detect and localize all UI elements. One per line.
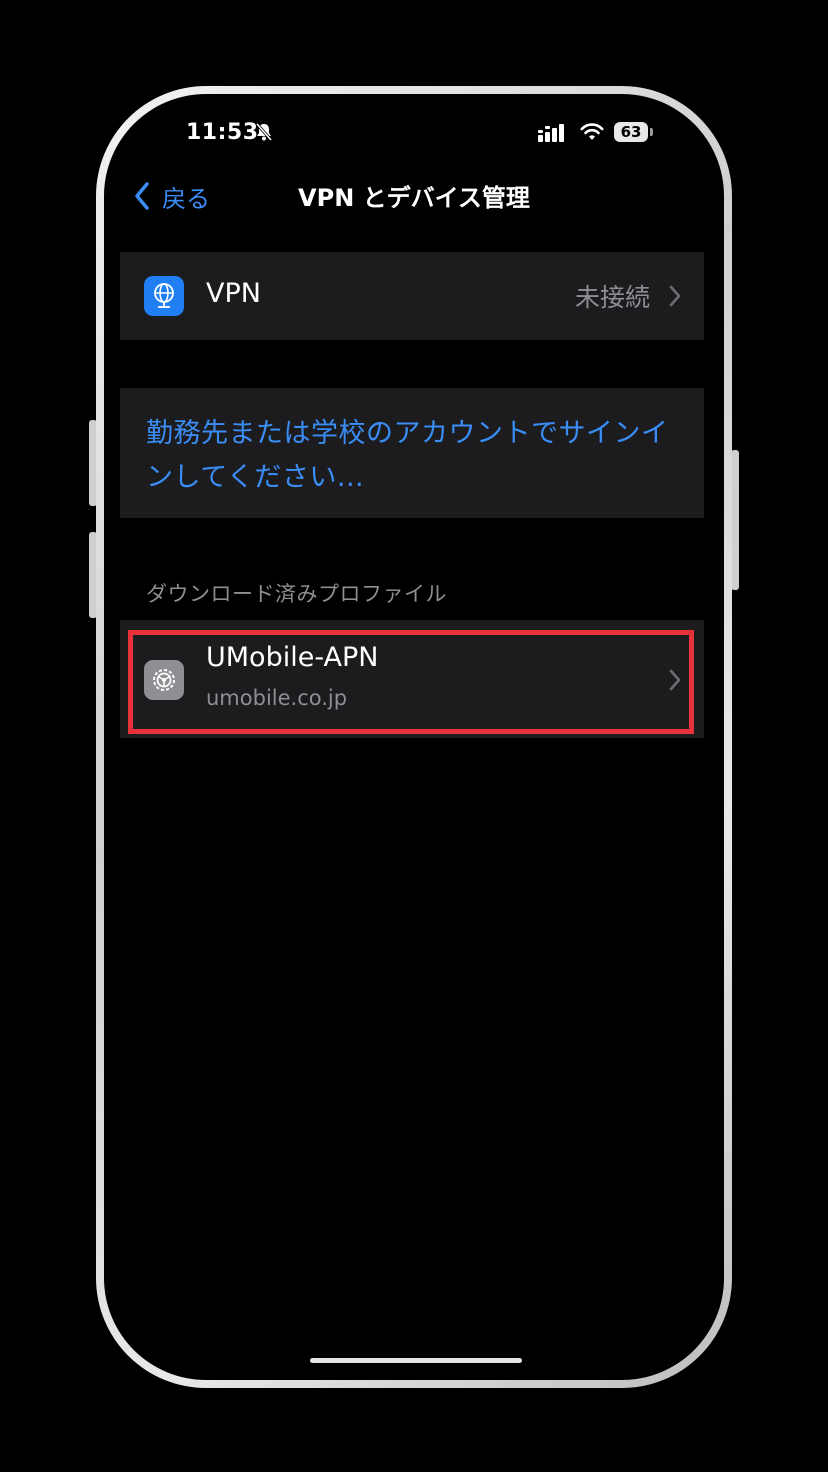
vpn-label: VPN <box>206 278 261 309</box>
profile-domain: umobile.co.jp <box>206 686 348 710</box>
phone-screen: 11:53 63 戻る VPN とデバイス管理 VPN 未接続 勤務先または学校… <box>104 94 724 1380</box>
side-power-button <box>731 450 739 590</box>
signal-icon <box>538 124 564 142</box>
profile-name: UMobile-APN <box>206 642 379 673</box>
vpn-status: 未接続 <box>574 283 650 312</box>
chevron-right-icon <box>669 669 681 691</box>
battery-tip <box>650 128 653 136</box>
stage: 11:53 63 戻る VPN とデバイス管理 VPN 未接続 勤務先または学校… <box>0 0 828 1472</box>
signin-text: 勤務先または学校のアカウントでサインインしてください... <box>146 418 669 493</box>
work-school-signin-button[interactable]: 勤務先または学校のアカウントでサインインしてください... <box>120 388 704 518</box>
status-time: 11:53 <box>186 120 259 145</box>
chevron-left-icon <box>135 182 149 210</box>
bell-slash-icon <box>255 123 273 141</box>
vpn-globe-icon <box>144 276 184 316</box>
settings-gear-icon <box>144 660 184 700</box>
back-button[interactable]: 戻る <box>134 176 210 216</box>
vpn-row[interactable]: VPN 未接続 <box>120 252 704 340</box>
back-label: 戻る <box>162 184 210 213</box>
section-header-downloaded-profiles: ダウンロード済みプロファイル <box>146 582 447 606</box>
home-indicator[interactable] <box>310 1358 522 1363</box>
battery-icon: 63 <box>614 122 648 142</box>
profile-row-umobile-apn[interactable]: UMobile-APN umobile.co.jp <box>120 620 704 738</box>
chevron-right-icon <box>669 285 681 307</box>
page-title: VPN とデバイス管理 <box>298 184 530 212</box>
wifi-icon <box>580 123 604 140</box>
